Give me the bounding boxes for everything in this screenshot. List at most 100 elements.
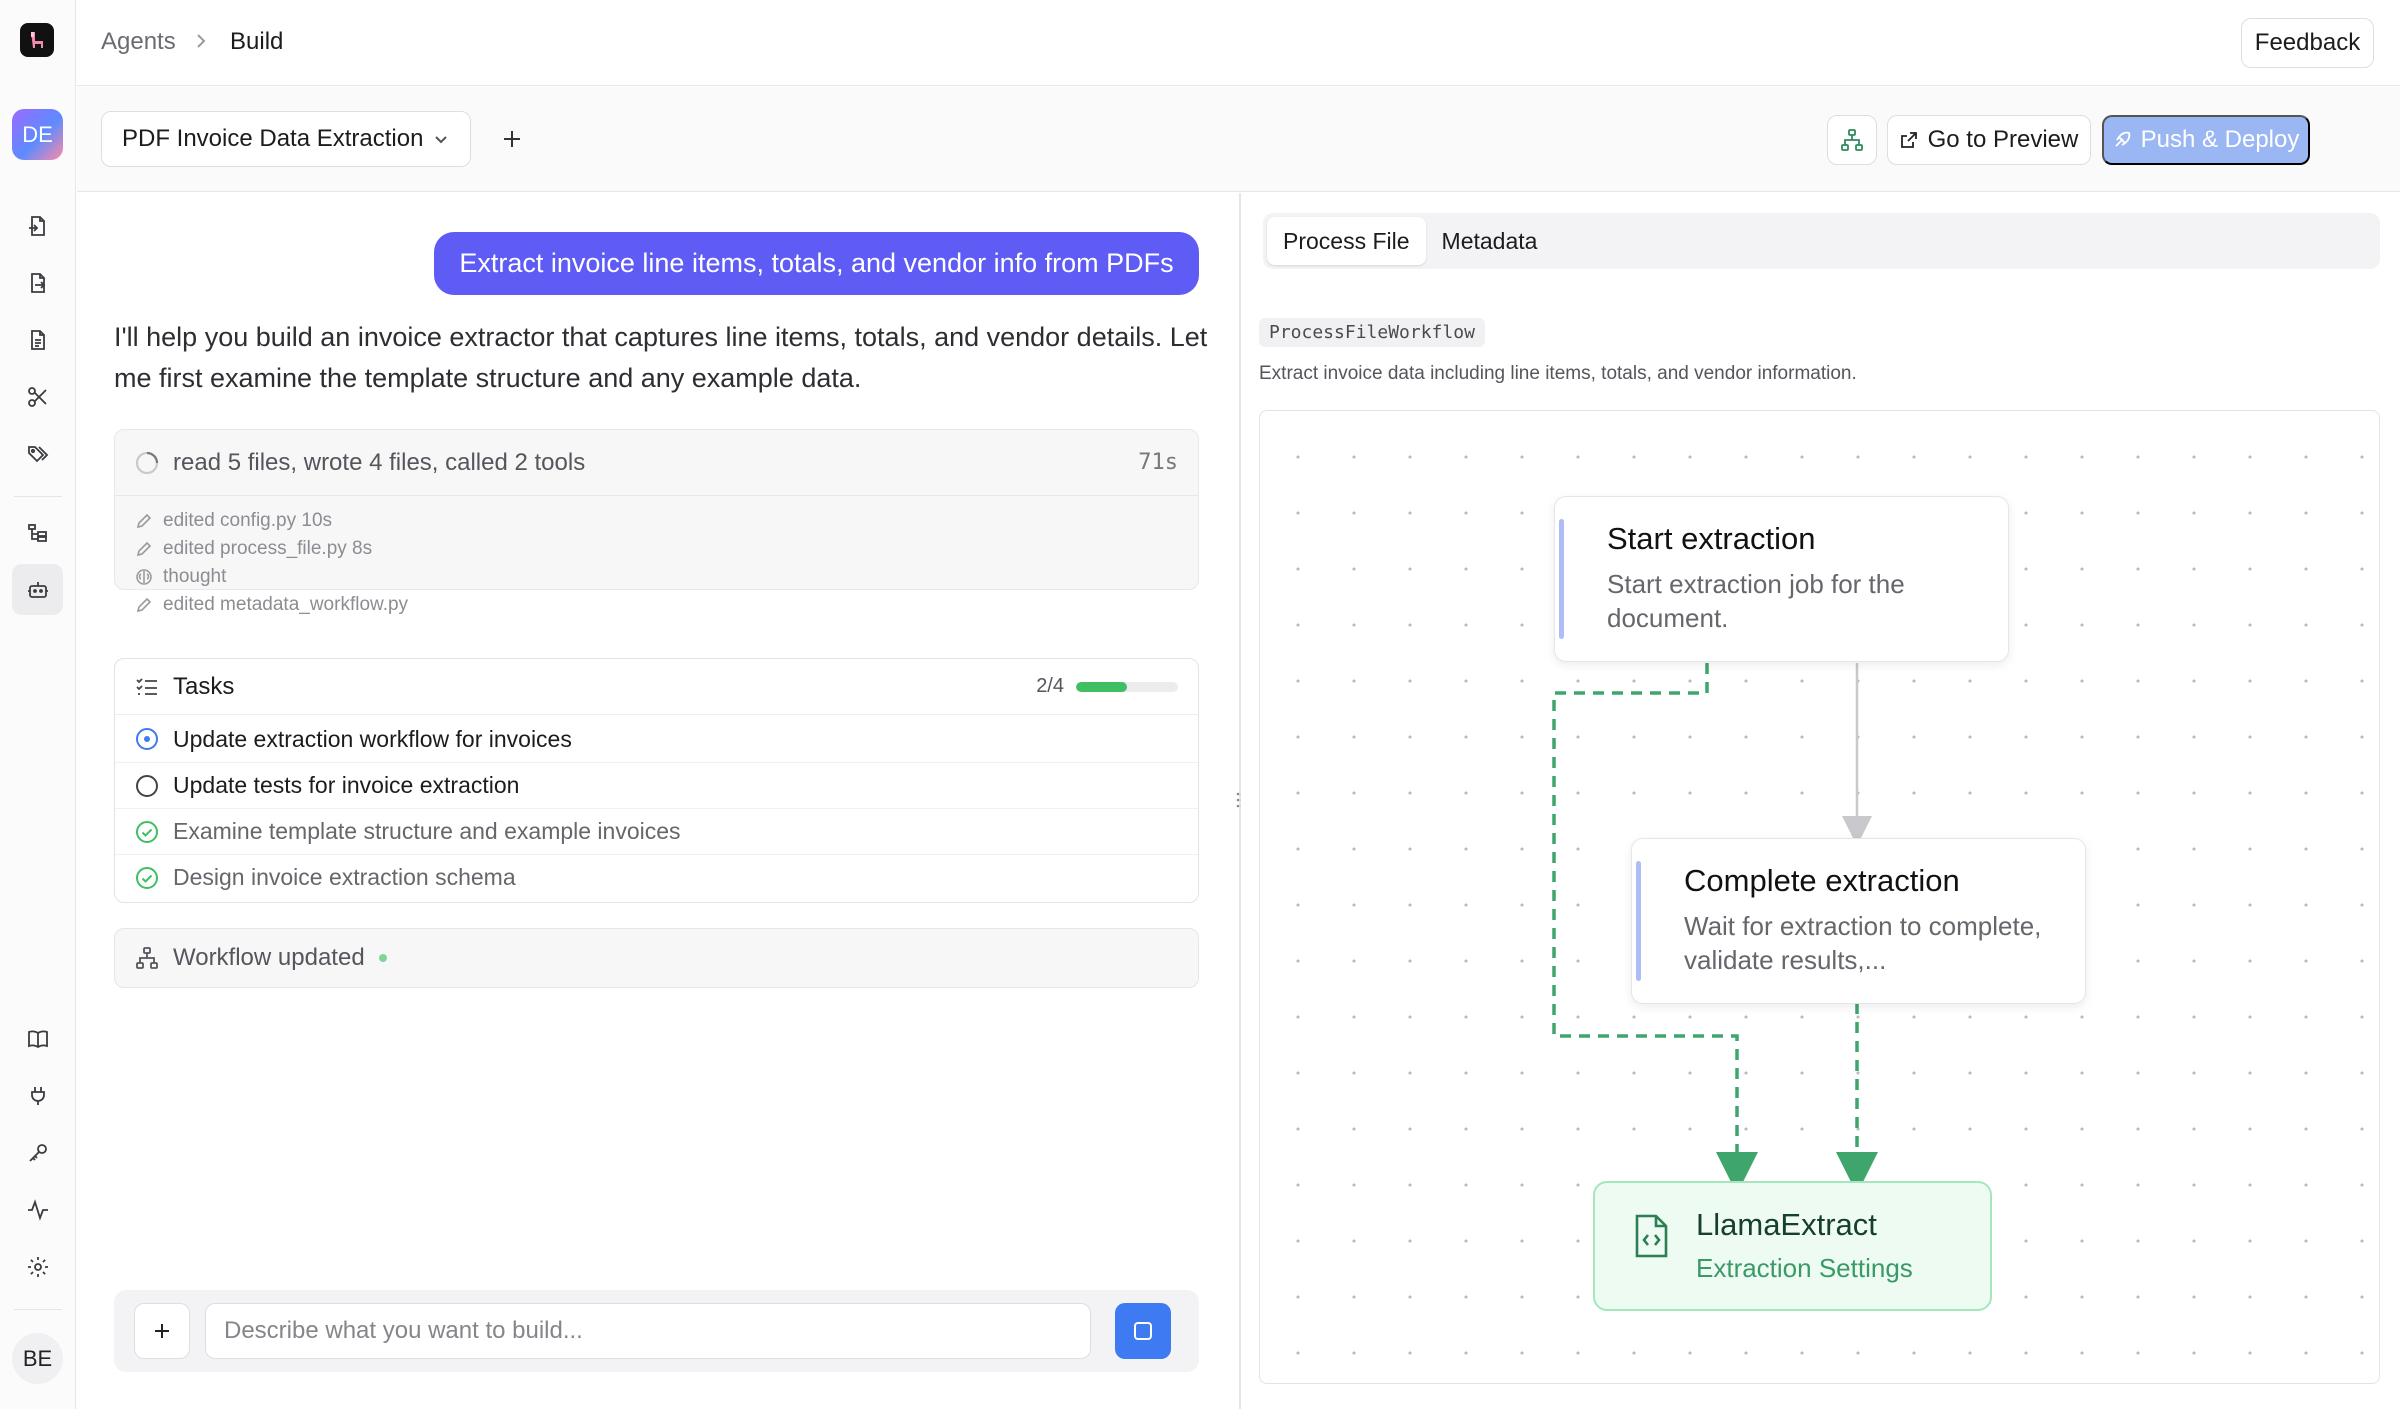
tab-metadata[interactable]: Metadata (1426, 217, 1554, 265)
node-start-extraction[interactable]: Start extraction Start extraction job fo… (1554, 496, 2009, 662)
workflow-updated-card[interactable]: Workflow updated (114, 928, 1199, 988)
workflow-updated-text: Workflow updated (173, 944, 365, 971)
go-to-preview-button[interactable]: Go to Preview (1887, 115, 2091, 165)
workflow-selector-label: PDF Invoice Data Extraction (122, 125, 424, 152)
node-complete-extraction[interactable]: Complete extraction Wait for extraction … (1631, 838, 2086, 1004)
activity-item-text: thought (163, 566, 227, 587)
book-icon[interactable] (12, 1013, 63, 1064)
composer (114, 1290, 1199, 1372)
llama-logo-icon[interactable] (20, 23, 54, 57)
task-label: Update extraction workflow for invoices (173, 725, 572, 752)
agent-bot-icon[interactable] (12, 564, 63, 615)
rail-divider (14, 496, 62, 497)
user-avatar-initials: BE (22, 1345, 53, 1371)
user-message-text: Extract invoice line items, totals, and … (459, 248, 1174, 278)
status-dot (378, 954, 387, 962)
project-avatar[interactable]: DE (12, 109, 63, 160)
file-code-icon (1631, 1213, 1671, 1259)
prompt-input[interactable] (205, 1303, 1091, 1359)
node-description: Start extraction job for the document. (1607, 569, 1905, 633)
rail-divider (14, 1309, 62, 1310)
task-in-progress-icon (136, 728, 158, 750)
tasks-card: Tasks 2/4 Update extraction workflow for… (114, 658, 1199, 903)
task-item[interactable]: Design invoice extraction schema (115, 854, 1198, 900)
push-and-deploy-button[interactable]: Push & Deploy (2102, 115, 2310, 165)
tags-icon[interactable] (12, 428, 63, 479)
activity-item: thought (135, 566, 226, 588)
task-label: Design invoice extraction schema (173, 864, 516, 890)
node-accent-bar (1636, 861, 1641, 981)
add-workflow-button[interactable] (490, 117, 534, 161)
plug-icon[interactable] (12, 1070, 63, 1121)
document-icon[interactable] (12, 314, 63, 365)
scissors-icon[interactable] (12, 371, 63, 422)
task-item[interactable]: Update tests for invoice extraction (115, 762, 1198, 808)
feedback-button[interactable]: Feedback (2241, 18, 2374, 68)
workflow-panel: Process File Metadata ProcessFileWorkflo… (1241, 193, 2400, 1409)
file-export-icon[interactable] (12, 257, 63, 308)
node-title: Complete extraction (1684, 863, 1960, 898)
workflow-canvas[interactable]: Start extraction Start extraction job fo… (1259, 410, 2380, 1384)
breadcrumb-agents[interactable]: Agents (101, 28, 176, 56)
activity-item: edited metadata_workflow.py (135, 594, 408, 616)
chat-panel: Extract invoice line items, totals, and … (77, 193, 1239, 1409)
pencil-icon (136, 513, 152, 529)
node-llamaextract[interactable]: LlamaExtract Extraction Settings (1593, 1181, 1992, 1311)
tree-structure-icon[interactable] (12, 507, 63, 558)
activity-summary[interactable]: read 5 files, wrote 4 files, called 2 to… (114, 429, 1199, 615)
node-subtitle: Extraction Settings (1696, 1253, 1913, 1283)
rocket-icon (2114, 131, 2130, 147)
left-rail: DE BE (0, 0, 76, 1409)
tasks-count: 2/4 (1036, 675, 1064, 697)
activity-pulse-icon[interactable] (12, 1184, 63, 1235)
tasks-header[interactable]: Tasks 2/4 (115, 659, 1198, 715)
task-item[interactable]: Examine template structure and example i… (115, 808, 1198, 854)
project-avatar-initials: DE (22, 121, 53, 147)
settings-gear-icon[interactable] (12, 1241, 63, 1292)
stop-square-icon (1134, 1322, 1152, 1340)
breadcrumb-chevron-icon (194, 33, 208, 49)
task-done-icon (136, 866, 158, 889)
tasks-progress-fill (1076, 681, 1127, 692)
go-to-preview-label: Go to Preview (1927, 126, 2079, 153)
key-icon[interactable] (12, 1127, 63, 1178)
node-accent-bar (1559, 519, 1564, 639)
tasks-progress-bar (1076, 681, 1178, 692)
task-pending-icon (136, 774, 158, 797)
workflow-selector[interactable]: PDF Invoice Data Extraction (101, 111, 471, 167)
top-bar: Agents Build Feedback (77, 0, 2400, 86)
workflow-graph-icon (1841, 129, 1863, 151)
task-done-icon (136, 820, 158, 843)
activity-item: edited process_file.py 8s (135, 538, 372, 560)
activity-item-text: edited metadata_workflow.py (163, 594, 409, 615)
task-label: Update tests for invoice extraction (173, 772, 520, 798)
activity-item: edited config.py 10s (135, 510, 332, 532)
activity-item-text: edited process_file.py 8s (163, 538, 373, 559)
task-label: Examine template structure and example i… (173, 818, 681, 844)
attach-button[interactable] (134, 1303, 190, 1359)
activity-duration: 71s (1138, 450, 1178, 475)
pencil-icon (136, 597, 152, 613)
task-item[interactable]: Update extraction workflow for invoices (115, 716, 1198, 762)
brain-icon (136, 569, 152, 585)
activity-item-text: edited config.py 10s (163, 510, 333, 531)
pencil-icon (136, 541, 152, 557)
node-description: Wait for extraction to complete, validat… (1684, 911, 2042, 975)
workflow-description: Extract invoice data including line item… (1259, 363, 1857, 384)
workflow-graph-button[interactable] (1827, 115, 1877, 165)
workflow-toolbar: PDF Invoice Data Extraction Go to Previe… (77, 87, 2400, 192)
tab-process-file[interactable]: Process File (1267, 217, 1426, 265)
plus-icon (155, 1324, 169, 1338)
stop-button[interactable] (1115, 1303, 1171, 1359)
node-title: LlamaExtract (1696, 1207, 1877, 1242)
external-link-icon (1900, 132, 1917, 148)
user-avatar[interactable]: BE (12, 1333, 63, 1384)
chevron-down-icon (432, 130, 450, 148)
task-list-icon (135, 676, 159, 698)
workflow-tabs: Process File Metadata (1263, 213, 2380, 269)
user-message: Extract invoice line items, totals, and … (434, 232, 1199, 295)
tasks-title: Tasks (173, 672, 235, 700)
loading-spinner-icon (135, 451, 159, 475)
file-import-icon[interactable] (12, 200, 63, 251)
activity-header[interactable]: read 5 files, wrote 4 files, called 2 to… (115, 430, 1198, 496)
